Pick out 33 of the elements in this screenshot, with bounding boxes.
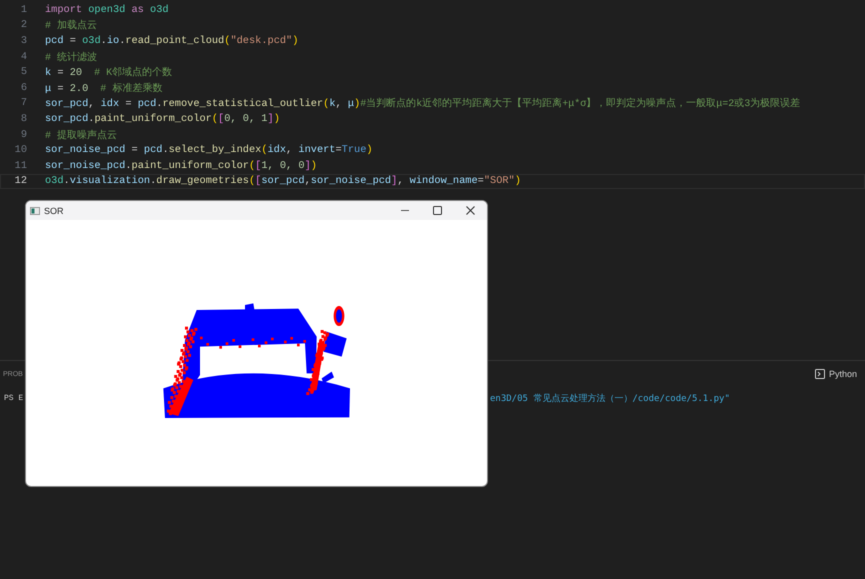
terminal-command: en3D/05 常见点云处理方法（一）/code/code/5.1.py"	[490, 392, 730, 404]
code-text: sor_noise_pcd = pcd.select_by_index(idx, invert=True)	[45, 144, 373, 156]
line-number: 8	[20, 112, 27, 125]
terminal-prompt: PS E	[4, 394, 24, 402]
line-number: 5	[20, 66, 27, 78]
line-number: 10	[14, 144, 27, 156]
code-text: # 提取噪声点云	[45, 128, 118, 142]
code-text: k = 20 # K邻域点的个数	[45, 66, 172, 80]
code-text: sor_noise_pcd.paint_uniform_color([1, 0, 0])	[45, 160, 317, 172]
code-text: sor_pcd.paint_uniform_color([0, 0, 1])	[45, 112, 280, 125]
code-text: import open3d as o3d	[45, 4, 169, 16]
terminal-icon	[814, 369, 825, 379]
window-title: SOR	[44, 206, 65, 216]
line-number: 7	[20, 97, 27, 110]
line-number: 6	[20, 82, 27, 94]
maximize-icon	[433, 206, 442, 215]
line-number: 3	[20, 34, 27, 47]
line-number: 4	[20, 50, 27, 63]
line-number: 9	[20, 128, 27, 141]
code-text: μ = 2.0 # 标准差乘数	[45, 82, 162, 95]
code-text: o3d.visualization.draw_geometries([sor_pcd,sor_noise_pcd], window_name="SOR")	[45, 175, 521, 188]
code-text: pcd = o3d.io.read_point_cloud("desk.pcd")	[45, 34, 298, 47]
line-number: 2	[20, 19, 27, 32]
language-button[interactable]: Python	[814, 369, 857, 379]
code-text: # 统计滤波	[45, 50, 98, 64]
code-text: # 加载点云	[45, 18, 98, 32]
line-number: 12	[14, 175, 27, 188]
minimize-icon	[400, 210, 408, 211]
line-number: 11	[14, 160, 27, 172]
line-number: 1	[20, 4, 27, 16]
code-text: sor_pcd, idx = pcd.remove_statistical_outlier(k, μ)#当判断点的k近邻的平均距离大于【平均距离+μ*σ】，即判定为噪声点，一般取μ=2或3为极限误差	[45, 96, 800, 110]
app-icon	[30, 206, 40, 214]
close-icon	[466, 206, 475, 215]
